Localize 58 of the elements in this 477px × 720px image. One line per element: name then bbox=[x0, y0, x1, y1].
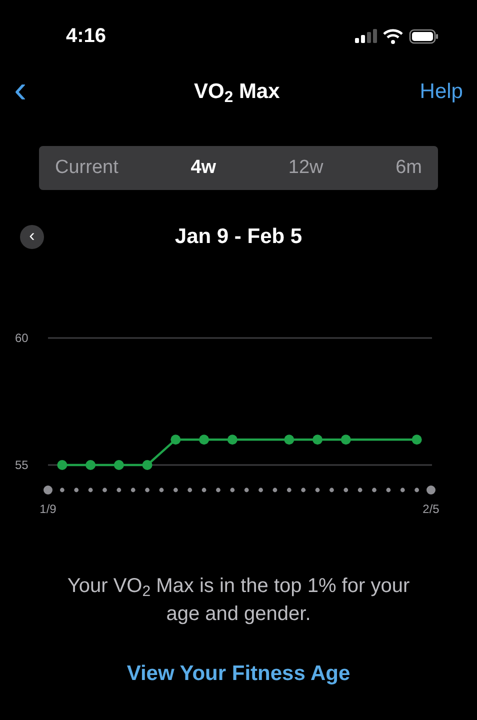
summary-text: Your VO$_{2}$ Max is in the top 1% for your age and gender. bbox=[66, 574, 411, 627]
day-dot bbox=[60, 488, 64, 492]
data-point bbox=[199, 434, 210, 445]
y-tick-label: 55 bbox=[15, 458, 28, 472]
data-point bbox=[227, 434, 238, 445]
segment-tab[interactable]: 12w bbox=[280, 154, 332, 182]
previous-button[interactable]: ‹ bbox=[20, 224, 44, 249]
date-range: Jan 9 - Feb 5 bbox=[174, 224, 302, 250]
help-button[interactable]: Help bbox=[420, 76, 463, 108]
data-point bbox=[114, 460, 124, 470]
day-dot bbox=[315, 488, 320, 492]
data-point bbox=[284, 434, 294, 445]
segment-tab[interactable]: 4w bbox=[182, 154, 224, 182]
segment-tab[interactable]: 6m bbox=[388, 154, 430, 182]
wifi-icon bbox=[383, 28, 403, 44]
signal-icon bbox=[355, 29, 377, 43]
data-point bbox=[57, 460, 68, 470]
day-dot bbox=[400, 488, 405, 492]
day-dot bbox=[330, 488, 334, 492]
day-dot bbox=[301, 488, 306, 492]
data-point bbox=[142, 460, 152, 470]
data-point bbox=[86, 460, 96, 470]
day-dot bbox=[88, 488, 93, 492]
x-tick-label: 2/5 bbox=[422, 502, 440, 516]
day-dot bbox=[386, 488, 391, 492]
day-dot bbox=[188, 488, 192, 492]
day-dot bbox=[244, 488, 249, 492]
day-dot bbox=[102, 488, 107, 492]
data-point bbox=[312, 434, 323, 445]
day-dot bbox=[130, 488, 136, 492]
day-dot bbox=[145, 488, 150, 492]
segment-tab[interactable]: Current bbox=[47, 154, 126, 182]
y-tick-label: 60 bbox=[15, 331, 28, 345]
data-point bbox=[170, 434, 181, 445]
day-dot bbox=[173, 488, 178, 492]
day-dot bbox=[426, 486, 436, 494]
data-point bbox=[340, 434, 351, 445]
battery-icon bbox=[409, 28, 439, 44]
data-point bbox=[412, 434, 422, 445]
day-dot bbox=[372, 488, 376, 492]
day-dot bbox=[414, 488, 420, 492]
day-dot bbox=[116, 488, 122, 492]
day-dot bbox=[230, 488, 235, 492]
day-dot bbox=[74, 488, 79, 492]
day-dot bbox=[258, 488, 263, 492]
day-dot bbox=[286, 488, 292, 492]
day-dot bbox=[358, 488, 362, 492]
status-time: 4:16 bbox=[66, 24, 106, 49]
x-tick-label: 1/9 bbox=[40, 502, 56, 516]
screen-title: VO$_{2}$ Max bbox=[194, 79, 280, 108]
day-dot bbox=[44, 486, 52, 494]
back-button[interactable]: ‹ bbox=[14, 71, 54, 109]
day-dot bbox=[344, 488, 348, 492]
fitness-age-link[interactable]: View Your Fitness Age bbox=[126, 658, 350, 690]
day-dot bbox=[159, 488, 164, 492]
day-dot bbox=[202, 488, 206, 492]
day-dot bbox=[272, 488, 278, 492]
day-dot bbox=[216, 488, 220, 492]
